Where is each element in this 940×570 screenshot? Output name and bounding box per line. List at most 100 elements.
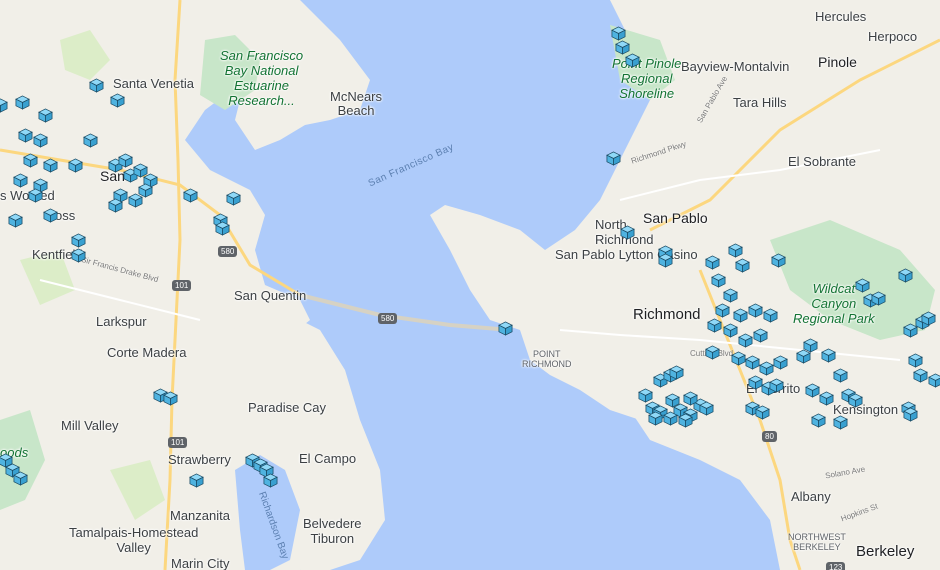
cube-marker-icon[interactable] bbox=[110, 93, 125, 108]
cube-marker-icon[interactable] bbox=[707, 318, 722, 333]
cube-marker-icon[interactable] bbox=[715, 303, 730, 318]
cube-marker-icon[interactable] bbox=[811, 413, 826, 428]
cube-marker-icon[interactable] bbox=[23, 153, 38, 168]
cube-marker-icon[interactable] bbox=[38, 108, 53, 123]
cube-marker-icon[interactable] bbox=[705, 345, 720, 360]
cube-marker-icon[interactable] bbox=[723, 288, 738, 303]
cube-marker-icon[interactable] bbox=[43, 158, 58, 173]
cube-marker-icon[interactable] bbox=[625, 53, 640, 68]
cube-marker-icon[interactable] bbox=[805, 383, 820, 398]
cube-marker-icon[interactable] bbox=[871, 291, 886, 306]
cube-marker-icon[interactable] bbox=[13, 471, 28, 486]
label-strawberry: Strawberry bbox=[168, 452, 231, 467]
cube-marker-icon[interactable] bbox=[833, 368, 848, 383]
cube-marker-icon[interactable] bbox=[138, 183, 153, 198]
cube-marker-icon[interactable] bbox=[33, 133, 48, 148]
cube-marker-icon[interactable] bbox=[683, 391, 698, 406]
cube-marker-icon[interactable] bbox=[733, 308, 748, 323]
cube-marker-icon[interactable] bbox=[89, 78, 104, 93]
cube-marker-icon[interactable] bbox=[118, 153, 133, 168]
cube-marker-icon[interactable] bbox=[763, 308, 778, 323]
cube-marker-icon[interactable] bbox=[731, 351, 746, 366]
cube-marker-icon[interactable] bbox=[83, 133, 98, 148]
cube-marker-icon[interactable] bbox=[43, 208, 58, 223]
label-richmond: Richmond bbox=[633, 306, 701, 323]
cube-marker-icon[interactable] bbox=[903, 407, 918, 422]
cube-marker-icon[interactable] bbox=[648, 411, 663, 426]
cube-marker-icon[interactable] bbox=[263, 473, 278, 488]
cube-marker-icon[interactable] bbox=[163, 391, 178, 406]
cube-marker-icon[interactable] bbox=[183, 188, 198, 203]
highway-80-shield: 80 bbox=[762, 431, 777, 442]
cube-marker-icon[interactable] bbox=[189, 473, 204, 488]
label-albany: Albany bbox=[791, 489, 831, 504]
cube-marker-icon[interactable] bbox=[705, 255, 720, 270]
cube-marker-icon[interactable] bbox=[8, 213, 23, 228]
cube-marker-icon[interactable] bbox=[773, 355, 788, 370]
cube-marker-icon[interactable] bbox=[759, 361, 774, 376]
label-santa-venetia: Santa Venetia bbox=[113, 76, 194, 91]
cube-marker-icon[interactable] bbox=[620, 225, 635, 240]
cube-marker-icon[interactable] bbox=[771, 253, 786, 268]
label-hercules: Hercules bbox=[815, 9, 867, 24]
highway-101-shield: 101 bbox=[172, 280, 192, 291]
cube-marker-icon[interactable] bbox=[215, 221, 230, 236]
label-herpoco: Herpoco bbox=[868, 29, 918, 44]
cube-marker-icon[interactable] bbox=[723, 323, 738, 338]
cube-marker-icon[interactable] bbox=[735, 258, 750, 273]
cube-marker-icon[interactable] bbox=[28, 188, 43, 203]
cube-marker-icon[interactable] bbox=[738, 333, 753, 348]
cube-marker-icon[interactable] bbox=[796, 349, 811, 364]
cube-marker-icon[interactable] bbox=[848, 393, 863, 408]
cube-marker-icon[interactable] bbox=[71, 233, 86, 248]
highway-580-bridge-shield: 580 bbox=[378, 313, 398, 324]
cube-marker-icon[interactable] bbox=[13, 173, 28, 188]
cube-marker-icon[interactable] bbox=[769, 378, 784, 393]
label-paradise-cay: Paradise Cay bbox=[248, 400, 327, 415]
cube-marker-icon[interactable] bbox=[898, 268, 913, 283]
cube-marker-icon[interactable] bbox=[71, 248, 86, 263]
label-sf-bay-estuarine-reserve: San Francisco Bay National Estuarine Res… bbox=[220, 48, 304, 108]
cube-marker-icon[interactable] bbox=[753, 328, 768, 343]
cube-marker-icon[interactable] bbox=[18, 128, 33, 143]
label-tamalpais-homestead-valley: Tamalpais-Homestead Valley bbox=[69, 525, 199, 555]
cube-marker-icon[interactable] bbox=[498, 321, 513, 336]
cube-marker-icon[interactable] bbox=[728, 243, 743, 258]
label-larkspur: Larkspur bbox=[96, 314, 147, 329]
cube-marker-icon[interactable] bbox=[745, 355, 760, 370]
cube-marker-icon[interactable] bbox=[606, 151, 621, 166]
cube-marker-icon[interactable] bbox=[68, 158, 83, 173]
cube-marker-icon[interactable] bbox=[663, 411, 678, 426]
cube-marker-icon[interactable] bbox=[611, 26, 626, 41]
map-canvas[interactable]: Hercules Herpoco Pinole Bayview-Montalvi… bbox=[0, 0, 940, 570]
cube-marker-icon[interactable] bbox=[833, 415, 848, 430]
cube-marker-icon[interactable] bbox=[855, 278, 870, 293]
cube-marker-icon[interactable] bbox=[108, 198, 123, 213]
cube-marker-icon[interactable] bbox=[669, 365, 684, 380]
cube-marker-icon[interactable] bbox=[678, 413, 693, 428]
cube-marker-icon[interactable] bbox=[908, 353, 923, 368]
cube-marker-icon[interactable] bbox=[819, 391, 834, 406]
label-point-richmond: POINT RICHMOND bbox=[522, 349, 572, 369]
label-marin-city: Marin City bbox=[171, 556, 230, 570]
cube-marker-icon[interactable] bbox=[748, 303, 763, 318]
cube-marker-icon[interactable] bbox=[755, 405, 770, 420]
cube-marker-icon[interactable] bbox=[0, 98, 8, 113]
label-berkeley: Berkeley bbox=[856, 543, 915, 560]
label-san-quentin: San Quentin bbox=[234, 288, 307, 303]
label-manzanita: Manzanita bbox=[170, 508, 230, 523]
cube-marker-icon[interactable] bbox=[913, 368, 928, 383]
cube-marker-icon[interactable] bbox=[711, 273, 726, 288]
label-ross: oss bbox=[55, 208, 76, 223]
cube-marker-icon[interactable] bbox=[699, 401, 714, 416]
cube-marker-icon[interactable] bbox=[921, 311, 936, 326]
label-mcnears-beach: McNears Beach bbox=[330, 89, 383, 118]
cube-marker-icon[interactable] bbox=[821, 348, 836, 363]
cube-marker-icon[interactable] bbox=[226, 191, 241, 206]
cube-marker-icon[interactable] bbox=[928, 373, 940, 388]
cube-marker-icon[interactable] bbox=[658, 253, 673, 268]
highway-580-shield: 580 bbox=[218, 246, 238, 257]
cube-marker-icon[interactable] bbox=[15, 95, 30, 110]
label-pinole: Pinole bbox=[818, 54, 857, 70]
label-belvedere-tiburon: Belvedere Tiburon bbox=[303, 516, 362, 546]
